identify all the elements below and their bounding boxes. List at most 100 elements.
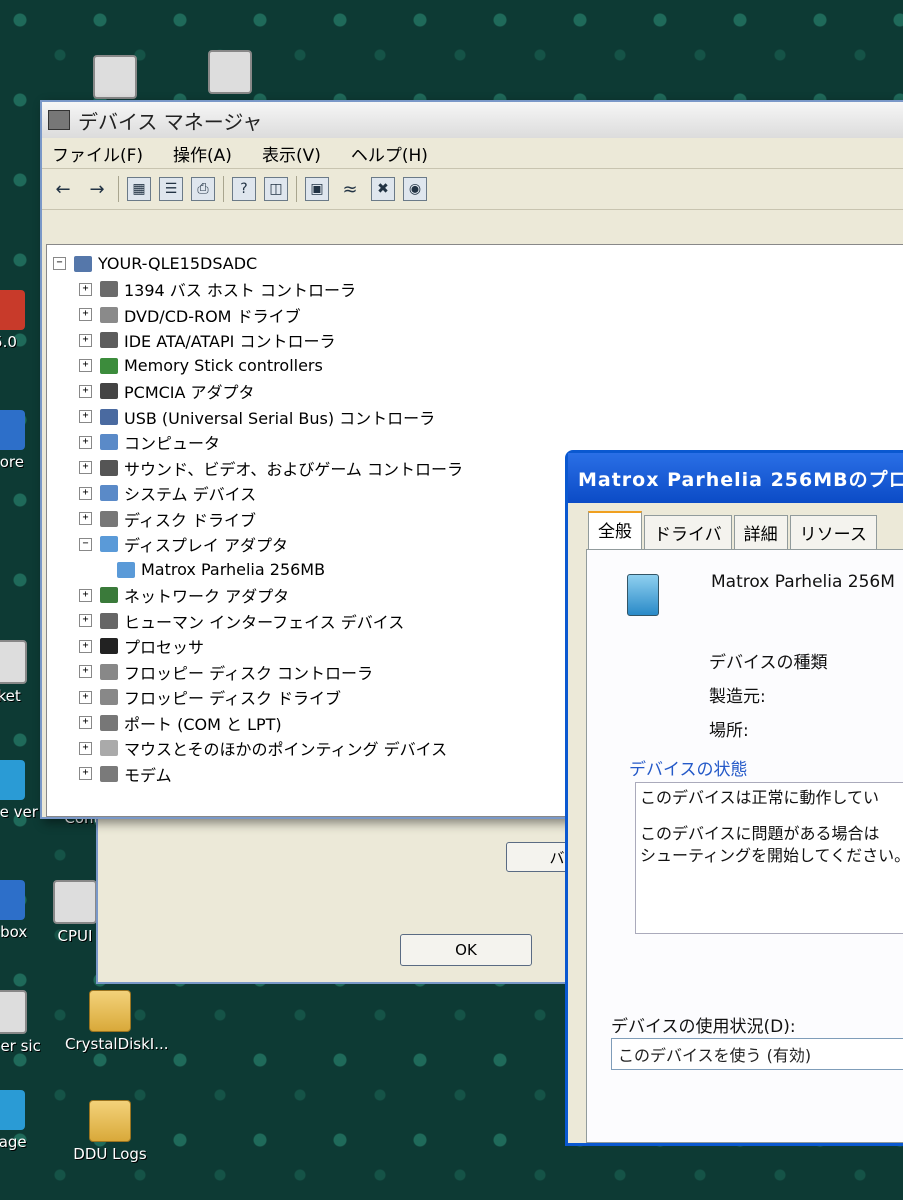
device-usage-label: デバイスの使用状況(D): [611,1017,796,1037]
desktop-icon-top[interactable] [70,55,160,103]
forward-arrow-icon[interactable]: → [84,176,110,202]
tree-category-label: コンピュータ [124,434,221,454]
desktop-icon-top2[interactable] [185,50,275,98]
device-type-label: デバイスの種類 [709,653,828,673]
menu-file[interactable]: ファイル(F) [52,141,143,166]
toolbar-separator [223,176,224,202]
expand-toggle[interactable]: + [79,690,92,704]
tree-category-label: ネットワーク アダプタ [124,587,290,607]
expand-toggle[interactable]: + [79,716,92,730]
menu-view[interactable]: 表示(V) [262,141,321,166]
device-category-icon [100,689,118,706]
expand-toggle[interactable]: + [79,588,92,602]
update-driver-icon[interactable]: ≈ [337,176,363,202]
tree-category-label: Memory Stick controllers [124,356,323,376]
expand-toggle[interactable]: + [79,614,92,628]
device-usage-value: このデバイスを使う (有効) [618,1046,812,1065]
device-category-icon [100,383,118,400]
desktop-icon-player[interactable]: Player sic [0,990,50,1055]
disable-icon[interactable]: ◉ [403,177,427,201]
properties-titlebar[interactable]: Matrox Parhelia 256MBのプロ [568,453,903,503]
expand-toggle[interactable]: + [79,435,92,449]
tab-resources[interactable]: リソース [789,515,877,550]
view-icon[interactable]: ◫ [264,177,288,201]
tab-strip: 全般 ドライバ 詳細 リソース [588,511,877,550]
expand-toggle[interactable]: + [79,308,92,322]
window-title: デバイス マネージャ [78,109,263,134]
expand-toggle[interactable]: + [79,741,92,755]
properties-dialog: Matrox Parhelia 256MBのプロ 全般 ドライバ 詳細 リソース… [565,450,903,1146]
device-category-icon [100,536,118,553]
device-category-icon [100,510,118,527]
expand-toggle[interactable]: + [79,767,92,781]
tree-category-label: ディスク ドライブ [124,510,256,530]
uninstall-icon[interactable]: ✖ [371,177,395,201]
expand-toggle[interactable]: + [79,512,92,526]
expand-toggle[interactable]: + [79,486,92,500]
collapse-toggle[interactable]: − [53,257,66,271]
tree-category[interactable]: +1394 バス ホスト コントローラ [53,277,903,303]
expand-toggle[interactable]: + [79,639,92,653]
tree-category-label: USB (Universal Serial Bus) コントローラ [124,408,436,428]
display-adapter-icon [117,561,135,578]
desktop-icon-label: 5.0 [0,333,17,351]
ok-button[interactable]: OK [400,934,532,966]
menu-action[interactable]: 操作(A) [173,141,232,166]
tree-category-label: ディスプレイ アダプタ [124,536,288,556]
tree-category[interactable]: + IDE ATA/ATAPI コントローラ [53,328,903,354]
tree-category[interactable]: + DVD/CD-ROM ドライブ [53,302,903,328]
desktop-icon-label: Player sic [0,1037,41,1055]
expand-toggle[interactable]: + [79,665,92,679]
app-icon [0,880,25,920]
tree-root[interactable]: − YOUR-QLE15DSADC [53,251,903,277]
tree-category-label: マウスとそのほかのポインティング デバイス [124,740,448,760]
expand-toggle[interactable]: + [79,282,92,296]
device-category-icon [100,281,118,298]
expand-toggle[interactable]: + [79,359,92,373]
status-line-2: このデバイスに問題がある場合は [640,824,880,843]
device-usage-select[interactable]: このデバイスを使う (有効) [611,1038,903,1070]
device-category-icon [100,587,118,604]
device-category-icon [100,459,118,476]
expand-toggle[interactable]: + [79,333,92,347]
device-category-icon [100,408,118,425]
tree-icon[interactable]: ☰ [159,177,183,201]
collapse-toggle[interactable]: − [79,537,92,551]
tree-category-label: 1394 バス ホスト コントローラ [124,281,356,301]
properties-icon[interactable]: ▦ [127,177,151,201]
tree-category[interactable]: + USB (Universal Serial Bus) コントローラ [53,404,903,430]
status-text[interactable]: このデバイスは正常に動作してい このデバイスに問題がある場合は シューティングを… [640,787,903,929]
tab-driver[interactable]: ドライバ [644,515,732,550]
toolbar-separator [118,176,119,202]
tree-category-label: フロッピー ディスク コントローラ [124,663,374,683]
expand-toggle[interactable]: + [79,410,92,424]
help-icon[interactable]: ? [232,177,256,201]
tree-category[interactable]: + PCMCIA アダプタ [53,379,903,405]
device-category-icon [100,332,118,349]
device-category-icon [100,765,118,782]
titlebar[interactable]: デバイス マネージャ [42,102,903,138]
desktop-icon-label: Stage [0,1133,27,1151]
tree-category-label: フロッピー ディスク ドライブ [124,689,342,709]
menu-help[interactable]: ヘルプ(H) [351,141,428,166]
device-category-icon [100,663,118,680]
expand-toggle[interactable]: + [79,384,92,398]
scan-icon[interactable]: ▣ [305,177,329,201]
print-icon[interactable]: ⎙ [191,177,215,201]
app-icon [0,1090,25,1130]
tree-category-label: プロセッサ [124,638,205,658]
display-adapter-icon [627,574,659,616]
desktop-icon-ddu-logs[interactable]: DDU Logs [65,1100,155,1163]
expand-toggle[interactable]: + [79,461,92,475]
back-arrow-icon[interactable]: ← [50,176,76,202]
tree-category-label: DVD/CD-ROM ドライブ [124,306,301,326]
tab-details[interactable]: 詳細 [733,515,788,550]
folder-icon [89,1100,131,1142]
desktop-icon-stage[interactable]: Stage [0,1090,50,1151]
tab-general[interactable]: 全般 [588,511,642,550]
device-status-box: このデバイスは正常に動作してい このデバイスに問題がある場合は シューティングを… [635,782,903,934]
desktop-icon-crystaldisk[interactable]: CrystalDiskI... [65,990,169,1053]
desktop-icon-label: kebox [0,923,28,941]
tree-category[interactable]: + Memory Stick controllers [53,353,903,379]
general-panel: Matrox Parhelia 256M デバイスの種類 : 製造元: M 場所… [586,549,903,1143]
